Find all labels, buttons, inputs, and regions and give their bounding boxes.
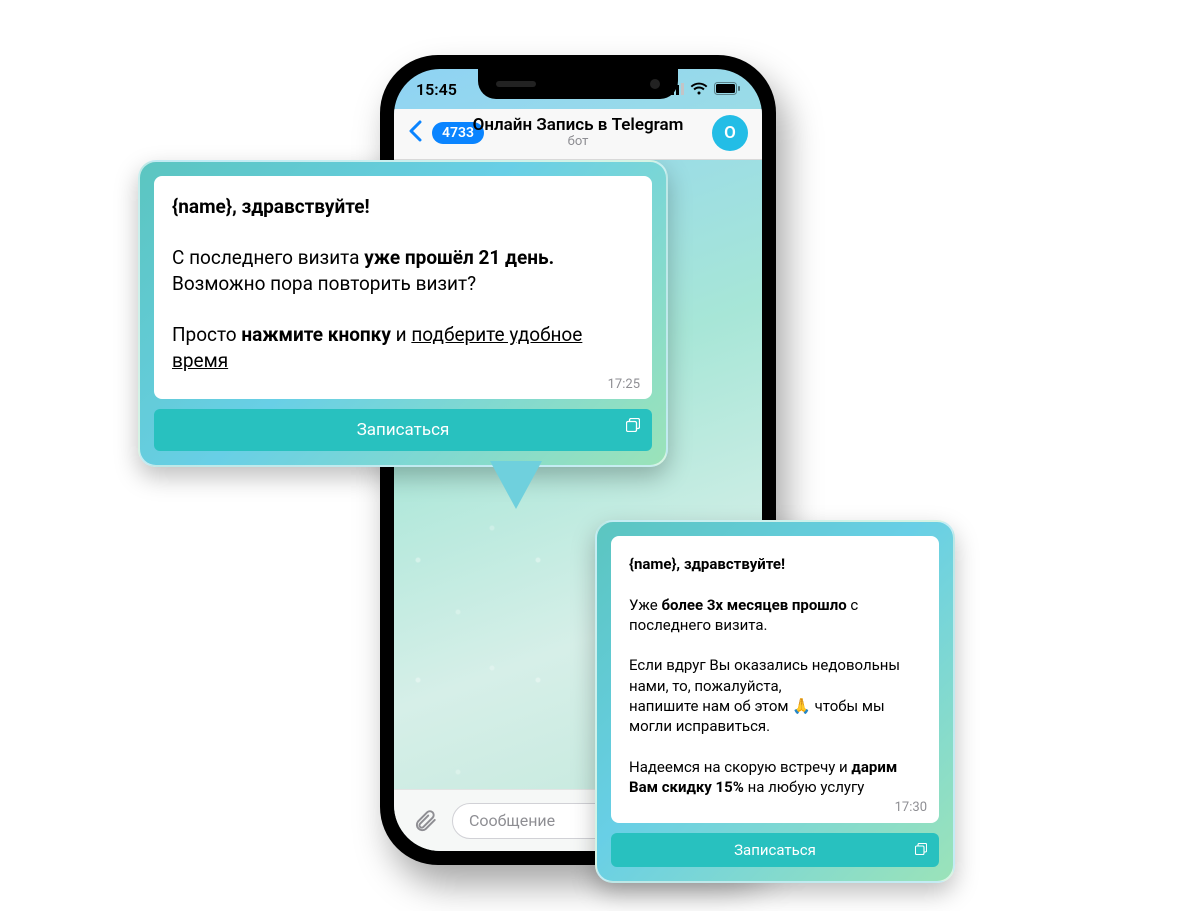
callout-card-2: {name}, здравствуйте! Уже более 3х месяц… [595, 520, 955, 883]
c2-name-token: {name} [629, 555, 676, 573]
chat-subtitle: бот [454, 135, 702, 150]
battery-icon [714, 80, 740, 99]
c2-signup-button[interactable]: Записаться [611, 833, 939, 867]
attach-icon[interactable] [412, 808, 438, 834]
c2-timestamp: 17:30 [895, 799, 927, 817]
chat-title: Онлайн Запись в Telegram [454, 116, 702, 136]
status-time: 15:45 [416, 80, 457, 99]
callout-card-1: {name}, здравствуйте! С последнего визит… [138, 160, 668, 467]
callout-card-2-body: {name}, здравствуйте! Уже более 3х месяц… [611, 536, 939, 823]
popup-icon [915, 841, 927, 859]
popup-icon [626, 417, 640, 437]
callout-card-1-body: {name}, здравствуйте! С последнего визит… [154, 176, 652, 399]
c1-timestamp: 17:25 [608, 376, 640, 394]
c1-name-token: {name} [172, 195, 232, 218]
phone-notch [478, 69, 678, 99]
chat-avatar[interactable]: O [712, 115, 748, 151]
wifi-icon [690, 80, 708, 99]
chat-header: 4733 Онлайн Запись в Telegram бот O [394, 109, 762, 160]
c1-signup-button[interactable]: Записаться [154, 409, 652, 451]
speech-tail [490, 461, 542, 509]
back-chevron-icon[interactable] [408, 120, 422, 147]
